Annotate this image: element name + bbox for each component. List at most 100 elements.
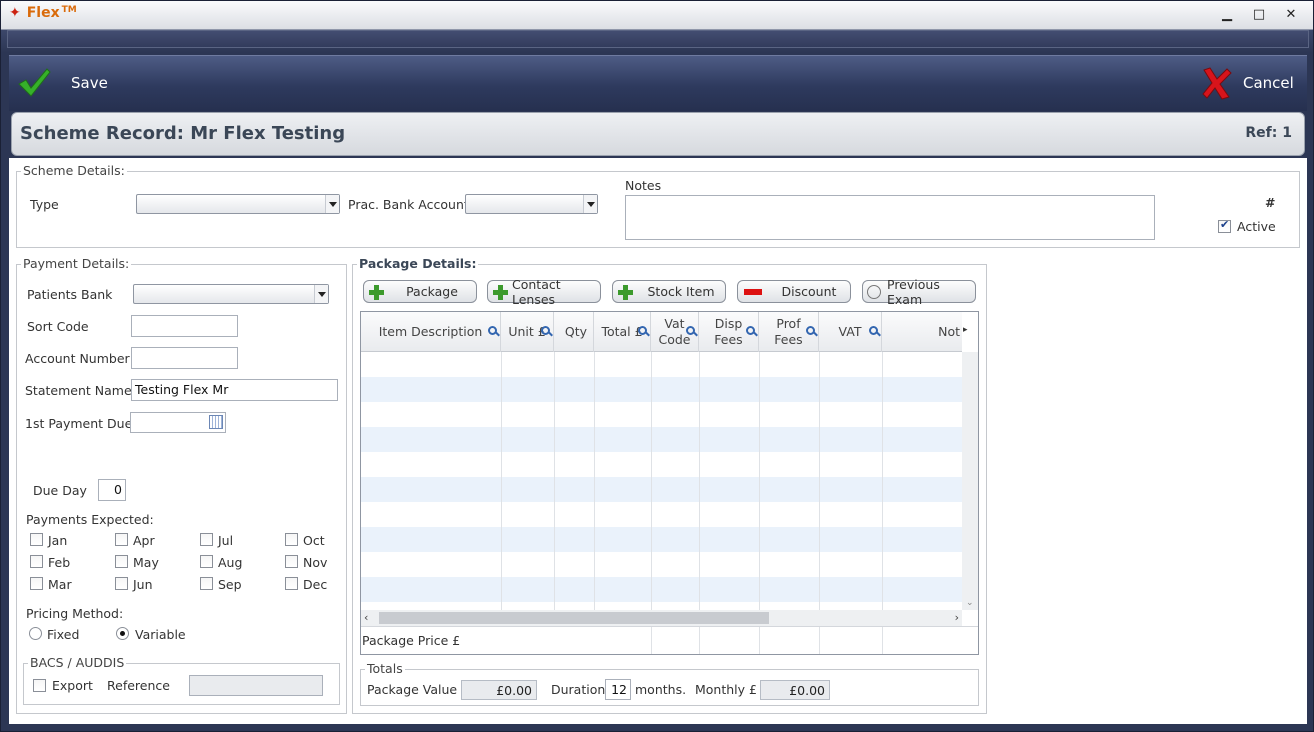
reference-field[interactable] (189, 675, 323, 696)
patients-bank-select[interactable] (133, 284, 329, 304)
scroll-right-icon[interactable]: › (955, 611, 959, 624)
month-checkbox-mar[interactable] (30, 577, 43, 590)
close-icon[interactable]: ✕ (1283, 7, 1299, 23)
col-vat[interactable]: VAT (819, 312, 882, 352)
pricing-variable-radio[interactable] (116, 627, 129, 640)
scrollbar-thumb[interactable] (379, 612, 769, 624)
minimize-icon[interactable]: ▁ (1219, 7, 1235, 23)
prac-bank-label: Prac. Bank Account (348, 197, 469, 212)
scroll-left-icon[interactable]: ‹ (364, 611, 368, 624)
discount-label: Discount (781, 284, 837, 299)
prac-bank-select[interactable] (465, 194, 598, 214)
notes-field[interactable] (625, 195, 1155, 240)
vertical-scrollbar[interactable]: ⌄ (962, 352, 978, 610)
statement-name-field[interactable]: Testing Flex Mr (131, 379, 338, 401)
previous-exam-button[interactable]: Previous Exam (862, 277, 976, 307)
filter-icon[interactable] (686, 326, 695, 335)
table-row[interactable] (361, 477, 962, 502)
col-unit[interactable]: Unit £ (501, 312, 554, 352)
scroll-down-icon[interactable]: ⌄ (966, 598, 974, 608)
type-select[interactable] (136, 194, 340, 214)
table-row[interactable] (361, 352, 962, 377)
month-checkbox-jun[interactable] (115, 577, 128, 590)
filter-icon[interactable] (541, 326, 550, 335)
add-package-button[interactable]: Package (363, 280, 477, 303)
month-checkbox-apr[interactable] (115, 533, 128, 546)
month-checkbox-nov[interactable] (285, 555, 298, 568)
save-label: Save (71, 74, 108, 92)
chevron-down-icon (583, 195, 597, 213)
first-payment-label: 1st Payment Due (25, 416, 133, 431)
package-value-label: Package Value (367, 682, 458, 697)
col-total[interactable]: Total £ (594, 312, 651, 352)
statement-name-label: Statement Name (25, 383, 132, 398)
scroll-right-arrow-icon[interactable]: ▸ (963, 325, 968, 335)
pricing-fixed-radio[interactable] (29, 627, 42, 640)
sort-code-field[interactable] (131, 315, 238, 337)
export-checkbox[interactable] (33, 679, 46, 692)
due-day-field[interactable]: 0 (98, 479, 126, 501)
pricing-method-label: Pricing Method: (26, 606, 124, 621)
grid-header: Item Description Unit £ Qty Total £ Vat … (361, 312, 962, 352)
type-label: Type (30, 197, 59, 212)
filter-icon[interactable] (488, 326, 497, 335)
app-window: ✦ Flex TM ▁ □ ✕ Save Cancel Scheme Record:… (0, 0, 1314, 732)
notes-label: Notes (625, 178, 662, 193)
filter-icon[interactable] (746, 326, 755, 335)
package-details-label: Package Details: (357, 256, 479, 271)
discount-button[interactable]: Discount (737, 280, 851, 303)
save-button[interactable]: Save (17, 66, 108, 100)
table-row[interactable] (361, 452, 962, 477)
col-vat-code[interactable]: Vat Code (651, 312, 699, 352)
table-row[interactable] (361, 527, 962, 552)
reference-label: Reference (107, 678, 170, 693)
table-row[interactable] (361, 577, 962, 602)
package-items-grid[interactable]: Item Description Unit £ Qty Total £ Vat … (360, 311, 979, 655)
month-checkbox-may[interactable] (115, 555, 128, 568)
col-disp-fees[interactable]: Disp Fees (699, 312, 759, 352)
account-number-field[interactable] (131, 347, 238, 369)
package-price-label: Package Price £ (362, 633, 461, 648)
active-checkbox[interactable] (1218, 218, 1231, 233)
add-stock-item-button[interactable]: Stock Item (612, 280, 726, 303)
col-notes[interactable]: Not (882, 312, 962, 352)
payment-details-group: Payment Details: Patients Bank Sort Code… (16, 256, 347, 714)
calendar-icon[interactable] (209, 415, 223, 429)
month-checkbox-feb[interactable] (30, 555, 43, 568)
month-checkbox-oct[interactable] (285, 533, 298, 546)
filter-icon[interactable] (869, 326, 878, 335)
minus-icon (744, 288, 762, 295)
add-contact-lenses-button[interactable]: Contact Lenses (487, 277, 601, 307)
col-qty[interactable]: Qty (554, 312, 594, 352)
totals-label: Totals (365, 661, 405, 676)
table-row[interactable] (361, 502, 962, 527)
totals-group: Totals Package Value £0.00 Duration 12 m… (360, 661, 979, 706)
month-checkbox-jan[interactable] (30, 533, 43, 546)
filter-icon[interactable] (806, 326, 815, 335)
table-row[interactable] (361, 377, 962, 402)
month-checkbox-dec[interactable] (285, 577, 298, 590)
plus-icon (368, 284, 384, 300)
add-contact-lenses-label: Contact Lenses (512, 276, 561, 307)
package-value-field: £0.00 (461, 680, 537, 700)
cancel-x-icon (1202, 67, 1232, 100)
table-row[interactable] (361, 427, 962, 452)
grid-footer: Package Price £ (361, 626, 978, 654)
horizontal-scrollbar[interactable]: ‹ › (361, 610, 962, 626)
month-checkbox-aug[interactable] (200, 555, 213, 568)
col-prof-fees[interactable]: Prof Fees (759, 312, 819, 352)
filter-icon[interactable] (638, 326, 647, 335)
action-banner: Save Cancel (9, 55, 1307, 111)
monthly-label: Monthly £ (695, 682, 757, 697)
month-checkbox-sep[interactable] (200, 577, 213, 590)
month-label-jan: Jan (48, 533, 68, 548)
table-row[interactable] (361, 402, 962, 427)
maximize-icon[interactable]: □ (1251, 7, 1267, 23)
month-checkbox-jul[interactable] (200, 533, 213, 546)
first-payment-date-field[interactable] (130, 412, 226, 433)
cancel-button[interactable]: Cancel (1201, 66, 1294, 100)
duration-field[interactable]: 12 (605, 679, 631, 700)
table-row[interactable] (361, 552, 962, 577)
month-label-aug: Aug (218, 555, 243, 570)
col-item-description[interactable]: Item Description (361, 312, 501, 352)
